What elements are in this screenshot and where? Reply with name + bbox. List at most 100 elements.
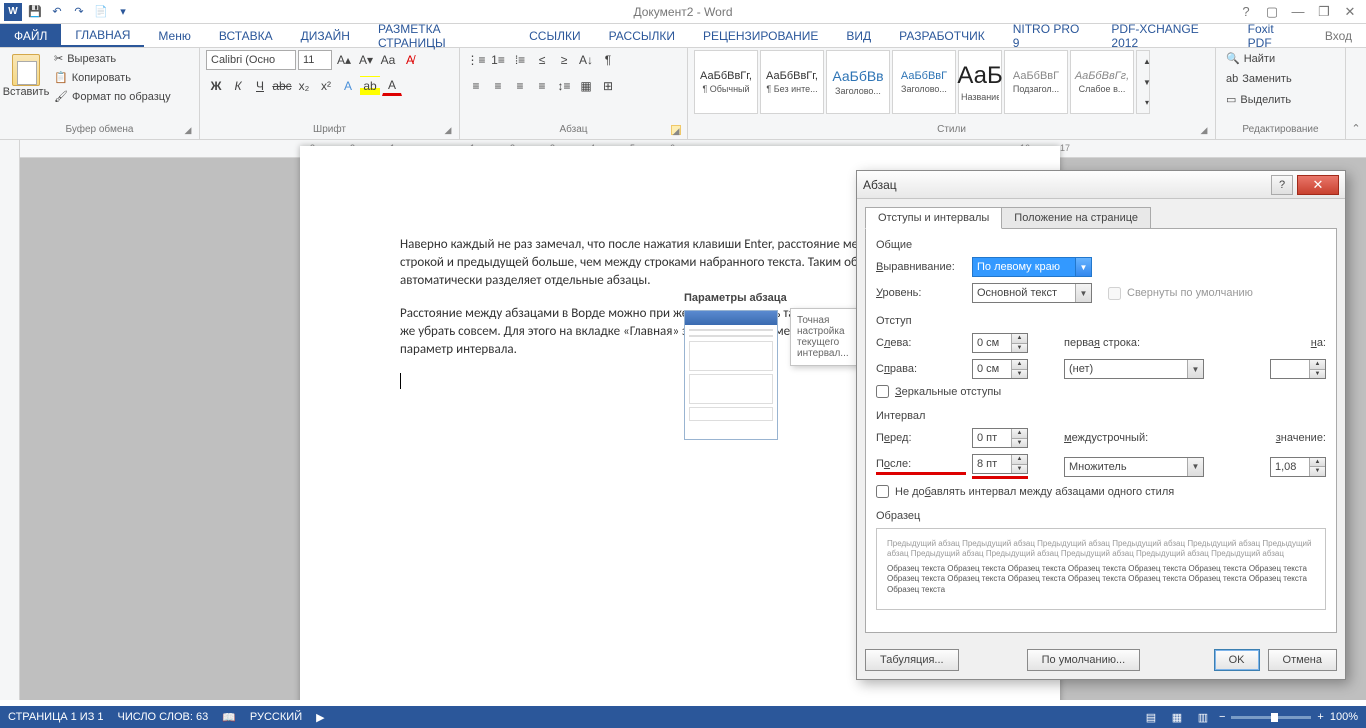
- tab-view[interactable]: ВИД: [832, 24, 885, 47]
- bullets-icon[interactable]: ⋮≡: [466, 50, 486, 70]
- multilevel-icon[interactable]: ⁞≡: [510, 50, 530, 70]
- status-page[interactable]: СТРАНИЦА 1 ИЗ 1: [8, 711, 104, 723]
- tab-foxit[interactable]: Foxit PDF: [1234, 24, 1311, 47]
- undo-icon[interactable]: ↶: [48, 3, 66, 21]
- line-spacing-combo[interactable]: Множитель▼: [1064, 457, 1204, 477]
- dialog-tab-indents[interactable]: Отступы и интервалы: [865, 207, 1002, 229]
- tab-mailings[interactable]: РАССЫЛКИ: [595, 24, 689, 47]
- tab-nitro[interactable]: NITRO PRO 9: [999, 24, 1098, 47]
- highlight-icon[interactable]: ab: [360, 76, 380, 96]
- superscript-icon[interactable]: x²: [316, 76, 336, 96]
- align-center-icon[interactable]: ≡: [488, 76, 508, 96]
- collapse-ribbon-icon[interactable]: ⌃: [1351, 122, 1360, 135]
- sort-icon[interactable]: A↓: [576, 50, 596, 70]
- status-proofing-icon[interactable]: 📖: [222, 711, 236, 724]
- status-lang[interactable]: РУССКИЙ: [250, 711, 302, 723]
- decrease-indent-icon[interactable]: ≤: [532, 50, 552, 70]
- view-read-icon[interactable]: ▤: [1141, 709, 1161, 725]
- cancel-button[interactable]: Отмена: [1268, 649, 1337, 671]
- status-words[interactable]: ЧИСЛО СЛОВ: 63: [118, 711, 209, 723]
- status-macro-icon[interactable]: ▶: [316, 711, 324, 724]
- dialog-help-icon[interactable]: ?: [1271, 175, 1293, 195]
- style-no-spacing[interactable]: АаБбВвГг,¶ Без инте...: [760, 50, 824, 114]
- grow-font-icon[interactable]: A▴: [334, 50, 354, 70]
- before-spin[interactable]: 0 пт▲▼: [972, 428, 1028, 448]
- dialog-tab-position[interactable]: Положение на странице: [1001, 207, 1151, 229]
- line-value-spin[interactable]: 1,08▲▼: [1270, 457, 1326, 477]
- align-combo[interactable]: По левому краю▼: [972, 257, 1092, 277]
- style-subtitle[interactable]: АаБбВвГПодзагол...: [1004, 50, 1068, 114]
- style-normal[interactable]: АаБбВвГг,¶ Обычный: [694, 50, 758, 114]
- first-line-value-spin[interactable]: ▲▼: [1270, 359, 1326, 379]
- level-combo[interactable]: Основной текст▼: [972, 283, 1092, 303]
- tab-pdfxchange[interactable]: PDF-XCHANGE 2012: [1097, 24, 1233, 47]
- underline-icon[interactable]: Ч: [250, 76, 270, 96]
- style-heading2[interactable]: АаБбВвГЗаголово...: [892, 50, 956, 114]
- font-name-combo[interactable]: Calibri (Осно: [206, 50, 296, 70]
- text-effects-icon[interactable]: A: [338, 76, 358, 96]
- copy-button[interactable]: 📋Копировать: [50, 69, 175, 86]
- find-button[interactable]: 🔍Найти: [1222, 50, 1279, 67]
- no-space-checkbox[interactable]: [876, 485, 889, 498]
- close-icon[interactable]: ✕: [1338, 2, 1362, 22]
- styles-up-icon[interactable]: ▲: [1137, 51, 1157, 72]
- italic-icon[interactable]: К: [228, 76, 248, 96]
- right-indent-spin[interactable]: 0 см▲▼: [972, 359, 1028, 379]
- tab-references[interactable]: ССЫЛКИ: [515, 24, 594, 47]
- tab-login[interactable]: Вход: [1311, 24, 1366, 47]
- select-button[interactable]: ▭Выделить: [1222, 91, 1295, 108]
- numbering-icon[interactable]: 1≡: [488, 50, 508, 70]
- strike-icon[interactable]: abc: [272, 76, 292, 96]
- styles-launcher-icon[interactable]: ◢: [1199, 125, 1209, 135]
- left-indent-spin[interactable]: 0 см▲▼: [972, 333, 1028, 353]
- line-spacing-icon[interactable]: ↕≡: [554, 76, 574, 96]
- save-icon[interactable]: 💾: [26, 3, 44, 21]
- format-painter-button[interactable]: 🖌Формат по образцу: [50, 88, 175, 105]
- tab-file[interactable]: ФАЙЛ: [0, 24, 61, 47]
- increase-indent-icon[interactable]: ≥: [554, 50, 574, 70]
- tab-page-layout[interactable]: РАЗМЕТКА СТРАНИЦЫ: [364, 24, 515, 47]
- tabs-button[interactable]: Табуляция...: [865, 649, 959, 671]
- mirror-checkbox[interactable]: [876, 385, 889, 398]
- view-print-icon[interactable]: ▦: [1167, 709, 1187, 725]
- clipboard-launcher-icon[interactable]: ◢: [183, 125, 193, 135]
- ok-button[interactable]: OK: [1214, 649, 1260, 671]
- cut-button[interactable]: ✂Вырезать: [50, 50, 175, 67]
- tab-menu[interactable]: Меню: [144, 24, 204, 47]
- shrink-font-icon[interactable]: A▾: [356, 50, 376, 70]
- minimize-icon[interactable]: —: [1286, 2, 1310, 22]
- zoom-in-icon[interactable]: +: [1317, 711, 1323, 723]
- justify-icon[interactable]: ≡: [532, 76, 552, 96]
- align-left-icon[interactable]: ≡: [466, 76, 486, 96]
- help-icon[interactable]: ?: [1234, 2, 1258, 22]
- style-subtle[interactable]: АаБбВвГг,Слабое в...: [1070, 50, 1134, 114]
- styles-down-icon[interactable]: ▼: [1137, 72, 1157, 93]
- styles-more-icon[interactable]: ▾: [1137, 92, 1157, 113]
- bold-icon[interactable]: Ж: [206, 76, 226, 96]
- zoom-slider[interactable]: [1231, 716, 1311, 719]
- qat-dropdown-icon[interactable]: ▾: [114, 3, 132, 21]
- style-title[interactable]: АаБНазвание: [958, 50, 1002, 114]
- paste-button[interactable]: Вставить: [6, 50, 46, 102]
- paragraph-launcher-icon[interactable]: ◢: [671, 125, 681, 135]
- borders-icon[interactable]: ⊞: [598, 76, 618, 96]
- new-icon[interactable]: 📄: [92, 3, 110, 21]
- replace-button[interactable]: abЗаменить: [1222, 71, 1296, 87]
- tab-design[interactable]: ДИЗАЙН: [287, 24, 364, 47]
- show-marks-icon[interactable]: ¶: [598, 50, 618, 70]
- style-heading1[interactable]: АаБбВвЗаголово...: [826, 50, 890, 114]
- redo-icon[interactable]: ↷: [70, 3, 88, 21]
- after-spin[interactable]: 8 пт▲▼: [972, 454, 1028, 474]
- subscript-icon[interactable]: x₂: [294, 76, 314, 96]
- tab-home[interactable]: ГЛАВНАЯ: [61, 24, 144, 47]
- clear-format-icon[interactable]: A̸: [400, 50, 420, 70]
- dialog-close-icon[interactable]: ✕: [1297, 175, 1339, 195]
- restore-icon[interactable]: ❐: [1312, 2, 1336, 22]
- change-case-icon[interactable]: Aa: [378, 50, 398, 70]
- font-size-combo[interactable]: 11: [298, 50, 332, 70]
- tab-developer[interactable]: РАЗРАБОТЧИК: [885, 24, 999, 47]
- align-right-icon[interactable]: ≡: [510, 76, 530, 96]
- zoom-value[interactable]: 100%: [1330, 711, 1358, 723]
- default-button[interactable]: По умолчанию...: [1027, 649, 1141, 671]
- first-line-combo[interactable]: (нет)▼: [1064, 359, 1204, 379]
